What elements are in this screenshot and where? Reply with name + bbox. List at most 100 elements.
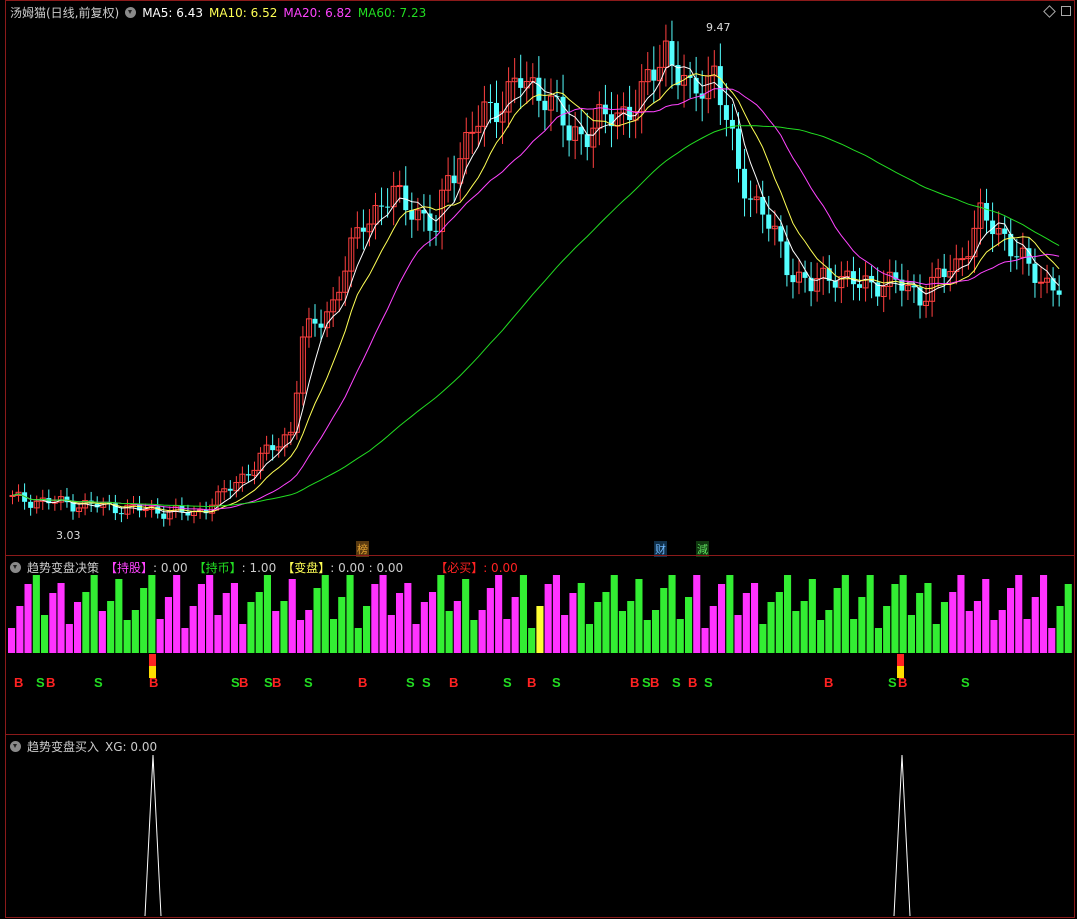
decision-bar bbox=[82, 592, 90, 653]
candle-body bbox=[1032, 263, 1038, 283]
decision-bar bbox=[16, 606, 24, 653]
buy-signal-chart bbox=[144, 754, 911, 917]
signal-letter: S bbox=[422, 675, 431, 690]
signal-letter: S bbox=[704, 675, 713, 690]
decision-bar bbox=[759, 624, 767, 653]
decision-bar bbox=[998, 610, 1006, 653]
decision-bar bbox=[544, 584, 552, 653]
decision-bar bbox=[90, 575, 98, 653]
candle-body bbox=[536, 77, 542, 101]
buy-spike bbox=[144, 754, 162, 917]
decision-bar bbox=[255, 592, 263, 653]
decision-bar bbox=[280, 601, 288, 653]
signal-letter: S bbox=[552, 675, 561, 690]
candle-body bbox=[245, 474, 251, 476]
decision-bar bbox=[173, 575, 181, 653]
decision-bar bbox=[767, 602, 775, 653]
decision-bar bbox=[189, 606, 197, 653]
decision-bar bbox=[709, 606, 717, 653]
decision-bar bbox=[924, 583, 932, 653]
decision-bar bbox=[396, 593, 404, 653]
indicator-panel-decision[interactable]: 趋势变盘决策 【持股】: 0.00 【持币】: 1.00 【变盘】: 0.00 … bbox=[5, 555, 1075, 735]
decision-bar bbox=[1031, 597, 1039, 653]
candle-body bbox=[451, 175, 457, 184]
ma60-line bbox=[12, 125, 1060, 508]
candle-body bbox=[832, 280, 838, 288]
candle-body bbox=[1014, 256, 1020, 258]
signal-letter: B bbox=[14, 675, 23, 690]
decision-bar bbox=[338, 597, 346, 653]
decision-bar bbox=[800, 601, 808, 653]
must-buy-marker bbox=[897, 666, 904, 678]
decision-bar bbox=[817, 620, 825, 653]
decision-bar-chart: BSBSBSBSBSBSSBSBSBSBSBSBSBS bbox=[8, 575, 1072, 690]
decision-bar bbox=[874, 628, 882, 653]
signal-letter: S bbox=[36, 675, 45, 690]
decision-bar bbox=[866, 575, 874, 653]
signal-letter: B bbox=[239, 675, 248, 690]
candle-body bbox=[487, 101, 493, 103]
candle-body bbox=[693, 77, 699, 94]
kline-chart bbox=[9, 20, 1062, 527]
decision-bar bbox=[907, 615, 915, 653]
decision-bar bbox=[734, 615, 742, 653]
low-price-label: 3.03 bbox=[56, 529, 81, 542]
decision-bar bbox=[420, 602, 428, 653]
signal-letter: B bbox=[46, 675, 55, 690]
decision-bar bbox=[841, 575, 849, 653]
candle-body bbox=[360, 227, 366, 232]
decision-bar bbox=[404, 583, 412, 653]
candle-body bbox=[627, 106, 633, 121]
decision-bar bbox=[635, 579, 643, 653]
candle-body bbox=[227, 488, 233, 491]
decision-bar bbox=[8, 628, 16, 653]
decision-bar bbox=[899, 575, 907, 653]
decision-bar bbox=[511, 597, 519, 653]
decision-bar bbox=[825, 610, 833, 653]
decision-bar bbox=[1015, 575, 1023, 653]
decision-bar bbox=[652, 610, 660, 653]
candle-body bbox=[9, 494, 16, 497]
decision-bar bbox=[726, 575, 734, 653]
candle-body bbox=[790, 275, 796, 283]
decision-bar bbox=[833, 588, 841, 653]
signal-letter: B bbox=[449, 675, 458, 690]
decision-bar bbox=[429, 592, 437, 653]
indicator-panel-buy[interactable]: 趋势变盘买入 XG: 0.00 bbox=[5, 734, 1075, 918]
decision-bar bbox=[1023, 619, 1031, 653]
candle-body bbox=[118, 513, 124, 515]
decision-bar bbox=[462, 579, 470, 653]
decision-bar bbox=[346, 575, 354, 653]
candle-body bbox=[494, 102, 499, 123]
decision-bar bbox=[536, 606, 544, 653]
decision-bar bbox=[808, 579, 816, 653]
decision-bar bbox=[585, 624, 593, 653]
decision-bar bbox=[932, 624, 940, 653]
decision-bar bbox=[123, 620, 131, 653]
decision-bar bbox=[74, 602, 82, 653]
decision-bar bbox=[107, 601, 115, 653]
decision-bar bbox=[387, 615, 395, 653]
candle-body bbox=[403, 185, 409, 211]
kline-panel[interactable]: 汤姆猫(日线,前复权) MA5: 6.43 MA10: 6.52 MA20: 6… bbox=[5, 0, 1075, 557]
candle-body bbox=[28, 501, 34, 508]
decision-bar bbox=[486, 588, 494, 653]
decision-bar bbox=[973, 601, 981, 653]
decision-bar bbox=[363, 606, 371, 653]
candle-body bbox=[312, 318, 318, 324]
decision-bar bbox=[330, 619, 338, 653]
candle-body bbox=[766, 214, 772, 229]
decision-bar bbox=[181, 628, 189, 653]
signal-letter: B bbox=[824, 675, 833, 690]
decision-bar bbox=[949, 592, 957, 653]
signal-letter: S bbox=[406, 675, 415, 690]
buy-spike bbox=[893, 754, 911, 917]
decision-bar bbox=[850, 619, 858, 653]
signal-letter: S bbox=[304, 675, 313, 690]
candle-body bbox=[385, 206, 391, 208]
decision-bar bbox=[354, 628, 362, 653]
candle-body bbox=[748, 198, 754, 200]
decision-bar bbox=[156, 619, 164, 653]
candle-body bbox=[778, 226, 784, 242]
decision-bar bbox=[775, 592, 783, 653]
